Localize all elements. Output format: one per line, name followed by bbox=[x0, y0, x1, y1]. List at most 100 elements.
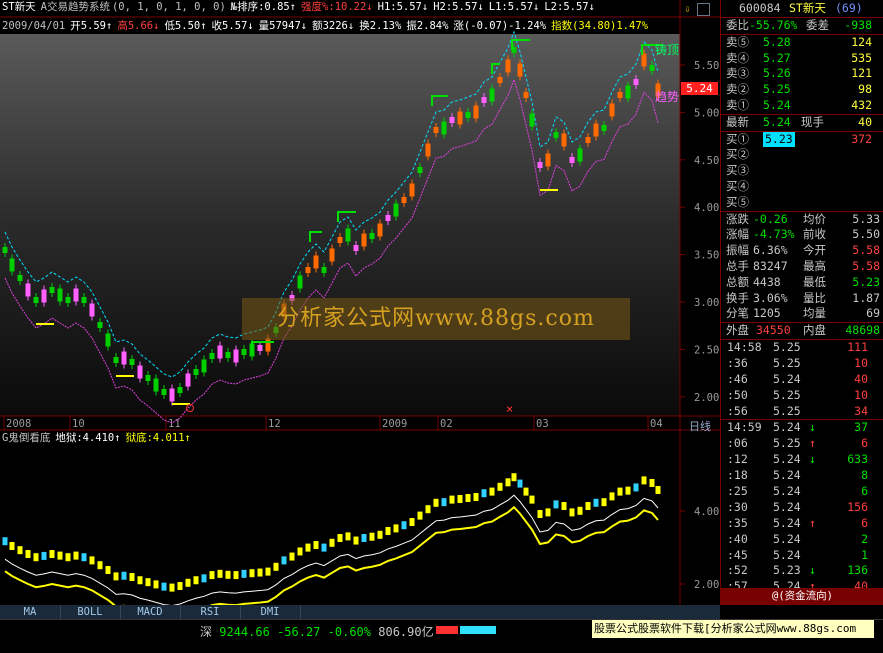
ask-row[interactable]: 卖⑤ 5.28 124 bbox=[721, 35, 883, 51]
x-tick-label: 2008 bbox=[6, 418, 31, 430]
chart-area[interactable]: 5.50 5.00 4.50 4.00 3.50 3.00 2.50 2.00 4.00 2.00… bbox=[0, 0, 720, 605]
candle-body bbox=[417, 167, 423, 173]
candle-body bbox=[529, 113, 535, 127]
sub-bar bbox=[393, 524, 399, 533]
stat-row: 涨幅 -4.73% 前收 5.50 bbox=[721, 227, 883, 243]
diff-label: 委差 bbox=[806, 18, 829, 32]
market-index[interactable]: 深 9244.66 -56.27 -0.60% 806.90亿 bbox=[200, 623, 434, 640]
sub-bar bbox=[201, 574, 207, 583]
indicator-name: A交易趋势系统 bbox=[40, 1, 110, 13]
tick-arrow: ↓ bbox=[809, 420, 816, 435]
maximize-icon[interactable] bbox=[697, 3, 710, 16]
candle-body bbox=[49, 287, 55, 293]
sub-bar bbox=[553, 500, 559, 509]
sub-bar bbox=[105, 566, 111, 574]
sub-bar bbox=[457, 494, 463, 503]
candle-body bbox=[265, 338, 271, 352]
sub-y-tick-label: 2.00 bbox=[694, 579, 719, 591]
sub-bar bbox=[517, 479, 523, 488]
tick-row: :52 5.23 ↓ 136 bbox=[721, 563, 883, 579]
y-tick-label: 2.50 bbox=[694, 344, 719, 356]
stat-label: 今开 bbox=[803, 243, 826, 258]
sub-bar bbox=[129, 573, 135, 582]
sub-bar bbox=[417, 511, 423, 520]
bid-row[interactable]: 买① 5.23 372 bbox=[721, 131, 883, 148]
sub-bar bbox=[385, 526, 391, 535]
stat-label: 量比 bbox=[803, 290, 826, 305]
tick-price: 5.24 bbox=[773, 371, 801, 386]
sub-bar bbox=[2, 537, 8, 546]
sub-bar bbox=[193, 576, 199, 585]
ask-row[interactable]: 卖④ 5.27 535 bbox=[721, 51, 883, 67]
sub-bar bbox=[257, 568, 263, 577]
ask-price: 5.24 bbox=[763, 97, 791, 112]
sub-bar bbox=[353, 536, 359, 545]
stock-title: ST新天 bbox=[789, 1, 826, 15]
tick-volume: 2 bbox=[861, 531, 868, 546]
ask-row[interactable]: 卖③ 5.26 121 bbox=[721, 66, 883, 82]
order-ratio-row: 委比 -55.76% 委差 -938 bbox=[721, 17, 883, 34]
fund-flow-banner[interactable]: @(资金流向) bbox=[721, 588, 883, 605]
sub-bar bbox=[113, 572, 119, 581]
tick-volume: 37 bbox=[854, 420, 868, 435]
sub-bar bbox=[649, 478, 655, 487]
ad-banner[interactable]: 股票公式股票软件下载[分析家公式网www.88gs.com bbox=[592, 620, 874, 638]
sub-bar bbox=[33, 553, 39, 562]
main-pane-bg bbox=[0, 34, 680, 416]
candle-body bbox=[57, 288, 63, 302]
tab-ma[interactable]: MA bbox=[0, 605, 61, 619]
ask-volume: 121 bbox=[851, 66, 872, 81]
candle-body bbox=[361, 233, 367, 247]
x-tick-label: 04 bbox=[650, 418, 663, 430]
bid-row[interactable]: 买③ bbox=[721, 163, 883, 179]
sub-bar bbox=[361, 534, 367, 542]
index-level: 9244.66 bbox=[219, 625, 270, 639]
bid-row[interactable]: 买② bbox=[721, 147, 883, 163]
stat-label: 换手 bbox=[726, 290, 749, 305]
tab-boll[interactable]: BOLL bbox=[60, 605, 121, 619]
tick-time: :52 bbox=[727, 563, 748, 578]
candle-body bbox=[649, 65, 655, 71]
candle-body bbox=[561, 133, 567, 147]
tab-dmi[interactable]: DMI bbox=[240, 605, 301, 619]
tab-rsi[interactable]: RSI bbox=[180, 605, 241, 619]
stat-value: -0.26 bbox=[753, 211, 788, 226]
candle-body bbox=[505, 59, 511, 73]
stat-label: 总手 bbox=[726, 258, 749, 273]
candle-body bbox=[81, 297, 87, 303]
last-price-row: 最新 5.24 现手 40 bbox=[721, 113, 883, 131]
ask-row[interactable]: 卖① 5.24 432 bbox=[721, 98, 883, 114]
stat-value: 1205 bbox=[753, 306, 781, 321]
period-label[interactable]: 日线 bbox=[689, 418, 711, 434]
tick-volume: 34 bbox=[854, 403, 868, 418]
tick-price: 5.24 bbox=[773, 468, 801, 483]
candle-body bbox=[241, 349, 247, 355]
bid-row[interactable]: 买④ bbox=[721, 179, 883, 195]
tick-list[interactable]: 14:58 5.25 111:36 5.25 10:46 5.24 40:50 5.25 10:… bbox=[721, 338, 883, 595]
trend-tag: 趋势 bbox=[655, 90, 680, 104]
sub-bar bbox=[641, 476, 647, 485]
sub-bar bbox=[497, 482, 503, 491]
stat-label: 总额 bbox=[726, 274, 749, 289]
sub-bar bbox=[329, 538, 335, 547]
candle-body bbox=[129, 359, 135, 365]
bar-date: 2009/04/01 bbox=[2, 20, 66, 32]
bid-price: 5.23 bbox=[763, 131, 795, 148]
tick-arrow: ↑ bbox=[809, 515, 816, 530]
candle-body bbox=[569, 157, 575, 163]
bid-row[interactable]: 买⑤ bbox=[721, 195, 883, 211]
sub-bar bbox=[655, 486, 661, 494]
y-tick-label: 5.50 bbox=[694, 60, 719, 72]
scroll-down-icon[interactable]: ⇩ bbox=[682, 4, 693, 15]
tick-time: :35 bbox=[727, 515, 748, 530]
sub-bar bbox=[505, 478, 511, 487]
tab-macd[interactable]: MACD bbox=[120, 605, 181, 619]
sub-bottom-value: 狱底:4.011↑ bbox=[125, 432, 191, 444]
candle-body bbox=[225, 352, 231, 358]
ask-row[interactable]: 卖② 5.25 98 bbox=[721, 82, 883, 98]
candle-body bbox=[377, 223, 383, 237]
ask-list: 卖⑤ 5.28 124 卖④ 5.27 535 卖③ 5.26 121 卖② 5.25 98 卖… bbox=[721, 33, 883, 114]
candle-body bbox=[409, 183, 415, 197]
ask-volume: 98 bbox=[858, 82, 872, 97]
turnover-value: 换2.13% bbox=[359, 20, 402, 32]
